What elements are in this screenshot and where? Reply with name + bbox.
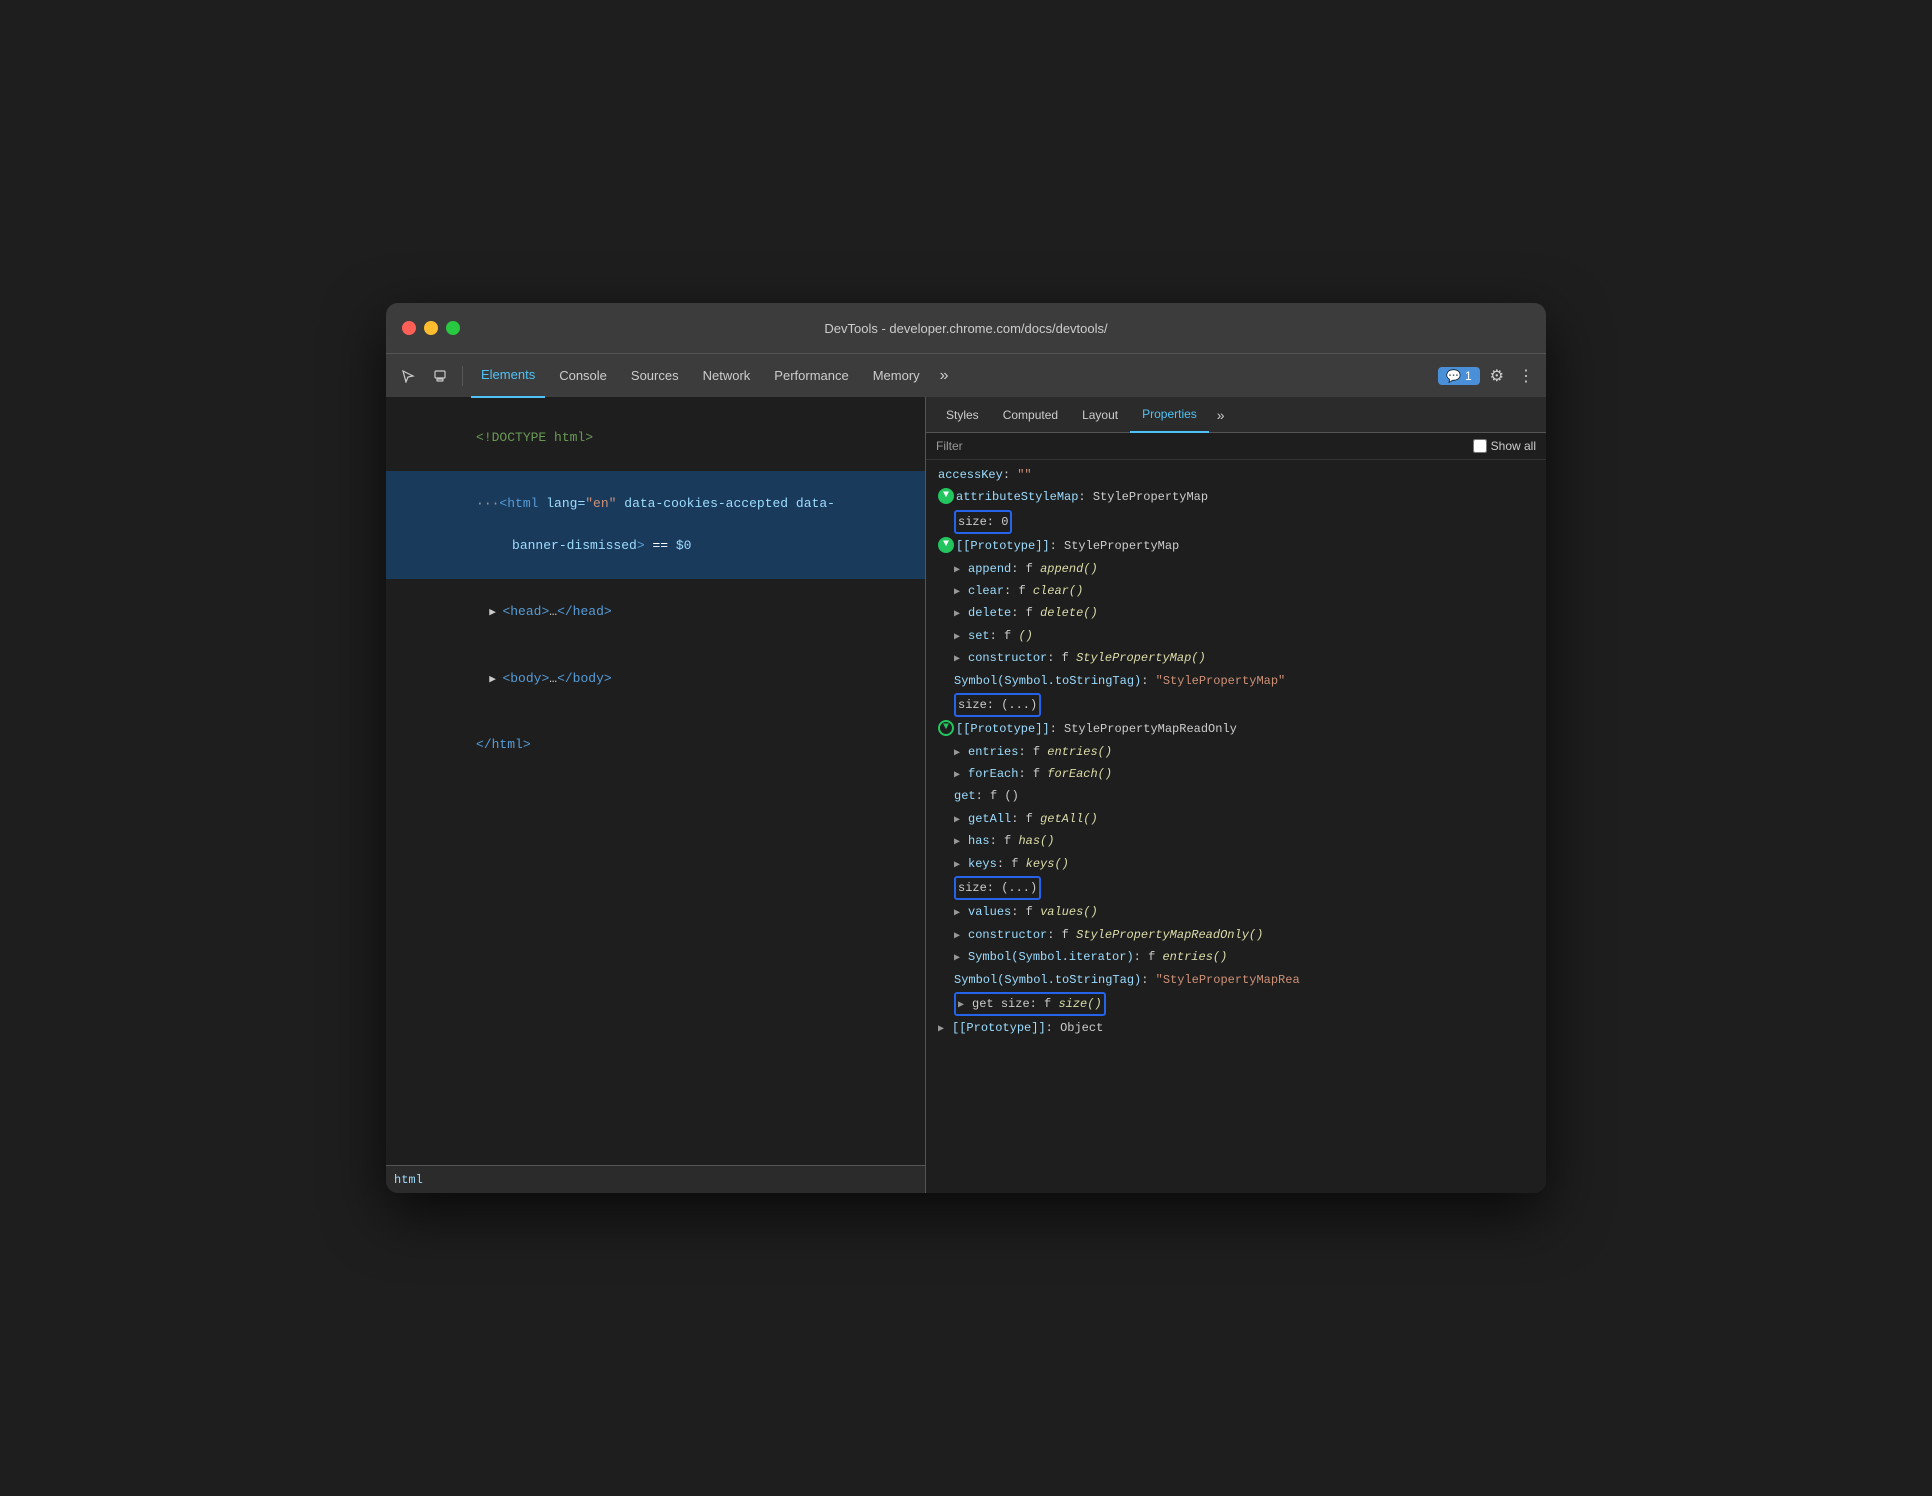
prop-values: ▶ values: f values() [926,901,1546,923]
expand-filled-icon-2[interactable]: ▼ [938,537,954,553]
prop-append: ▶ append: f append() [926,558,1546,580]
get-size-highlight: ▶ get size: f size() [954,992,1106,1016]
tab-computed[interactable]: Computed [991,397,1070,433]
prop-size-dotdot2: size: (...) [926,875,1546,901]
cursor-icon[interactable] [394,362,422,390]
tab-styles[interactable]: Styles [934,397,991,433]
html-close-line: </html> [386,712,925,778]
prop-symbol-tostring: Symbol(Symbol.toStringTag): "StyleProper… [926,670,1546,692]
devtools-window: DevTools - developer.chrome.com/docs/dev… [386,303,1546,1193]
dom-panel: <!DOCTYPE html> ···<html lang="en" data-… [386,397,926,1193]
properties-panel[interactable]: accessKey: "" ▼attributeStyleMap: StyleP… [926,460,1546,1193]
body-expand-arrow: ▶ [476,674,502,686]
prop-keys: ▶ keys: f keys() [926,853,1546,875]
chat-icon: 💬 [1446,369,1461,383]
show-all-label: Show all [1491,439,1536,453]
dom-tree[interactable]: <!DOCTYPE html> ···<html lang="en" data-… [386,397,925,1165]
show-all-checkbox[interactable] [1473,439,1487,453]
prop-proto-read[interactable]: ▼[[Prototype]]: StylePropertyMapReadOnly [926,718,1546,740]
close-button[interactable] [402,321,416,335]
breadcrumb: html [394,1173,423,1187]
breadcrumb-bar: html [386,1165,925,1193]
toolbar-right: 💬 1 ⚙ ⋮ [1438,362,1538,390]
doctype-line: <!DOCTYPE html> [386,405,925,471]
tab-properties[interactable]: Properties [1130,397,1209,433]
fullscreen-button[interactable] [446,321,460,335]
tab-memory[interactable]: Memory [863,354,930,398]
traffic-lights [402,321,460,335]
tab-sources[interactable]: Sources [621,354,689,398]
prop-getall: ▶ getAll: f getAll() [926,808,1546,830]
prop-access-key: accessKey: "" [926,464,1546,486]
prop-proto-style[interactable]: ▼[[Prototype]]: StylePropertyMap [926,535,1546,557]
prop-size-0: size: 0 [926,509,1546,535]
prop-size-dotdot: size: (...) [926,692,1546,718]
right-more-tabs-icon[interactable]: » [1213,403,1229,427]
main-content: <!DOCTYPE html> ···<html lang="en" data-… [386,397,1546,1193]
prop-entries: ▶ entries: f entries() [926,741,1546,763]
prop-symbol-tostring2: Symbol(Symbol.toStringTag): "StyleProper… [926,969,1546,991]
prop-get: get: f () [926,785,1546,807]
right-panel: Styles Computed Layout Properties » Filt… [926,397,1546,1193]
badge-count: 1 [1465,369,1472,383]
prop-attr-style-map[interactable]: ▼attributeStyleMap: StylePropertyMap [926,486,1546,508]
head-line[interactable]: ▶ <head>…</head> [386,579,925,645]
size-dots-highlight-1: size: (...) [954,693,1041,717]
minimize-button[interactable] [424,321,438,335]
window-title: DevTools - developer.chrome.com/docs/dev… [824,321,1107,336]
right-tab-bar: Styles Computed Layout Properties » [926,397,1546,433]
filter-bar: Filter Show all [926,433,1546,460]
more-options-icon[interactable]: ⋮ [1514,362,1538,390]
prop-has: ▶ has: f has() [926,830,1546,852]
filter-input[interactable] [971,439,1465,453]
prop-clear: ▶ clear: f clear() [926,580,1546,602]
html-element-line[interactable]: ···<html lang="en" data-cookies-accepted… [386,471,925,579]
size-dots-highlight-2: size: (...) [954,876,1041,900]
body-line[interactable]: ▶ <body>…</body> [386,646,925,712]
main-toolbar: Elements Console Sources Network Perform… [386,353,1546,397]
inspect-icon[interactable] [426,362,454,390]
show-all-container: Show all [1473,439,1536,453]
tab-layout[interactable]: Layout [1070,397,1130,433]
prop-proto-object: ▶ [[Prototype]]: Object [926,1017,1546,1039]
tab-network[interactable]: Network [693,354,761,398]
prop-set: ▶ set: f () [926,625,1546,647]
settings-icon[interactable]: ⚙ [1486,362,1508,390]
tab-console[interactable]: Console [549,354,617,398]
tab-performance[interactable]: Performance [764,354,858,398]
prop-constructor: ▶ constructor: f StylePropertyMap() [926,647,1546,669]
size-zero-highlight: size: 0 [954,510,1012,534]
prop-delete: ▶ delete: f delete() [926,602,1546,624]
expand-filled-icon[interactable]: ▼ [938,488,954,504]
chat-badge-button[interactable]: 💬 1 [1438,367,1480,385]
expand-outline-icon[interactable]: ▼ [938,720,954,736]
prop-constructor2: ▶ constructor: f StylePropertyMapReadOnl… [926,924,1546,946]
prop-get-size: ▶ get size: f size() [926,991,1546,1017]
titlebar: DevTools - developer.chrome.com/docs/dev… [386,303,1546,353]
filter-label: Filter [936,439,963,453]
head-expand-arrow: ▶ [476,607,502,619]
prop-symbol-iter: ▶ Symbol(Symbol.iterator): f entries() [926,946,1546,968]
more-tabs-icon[interactable]: » [934,363,955,389]
tab-elements[interactable]: Elements [471,354,545,398]
prop-foreach: ▶ forEach: f forEach() [926,763,1546,785]
toolbar-divider [462,366,463,386]
